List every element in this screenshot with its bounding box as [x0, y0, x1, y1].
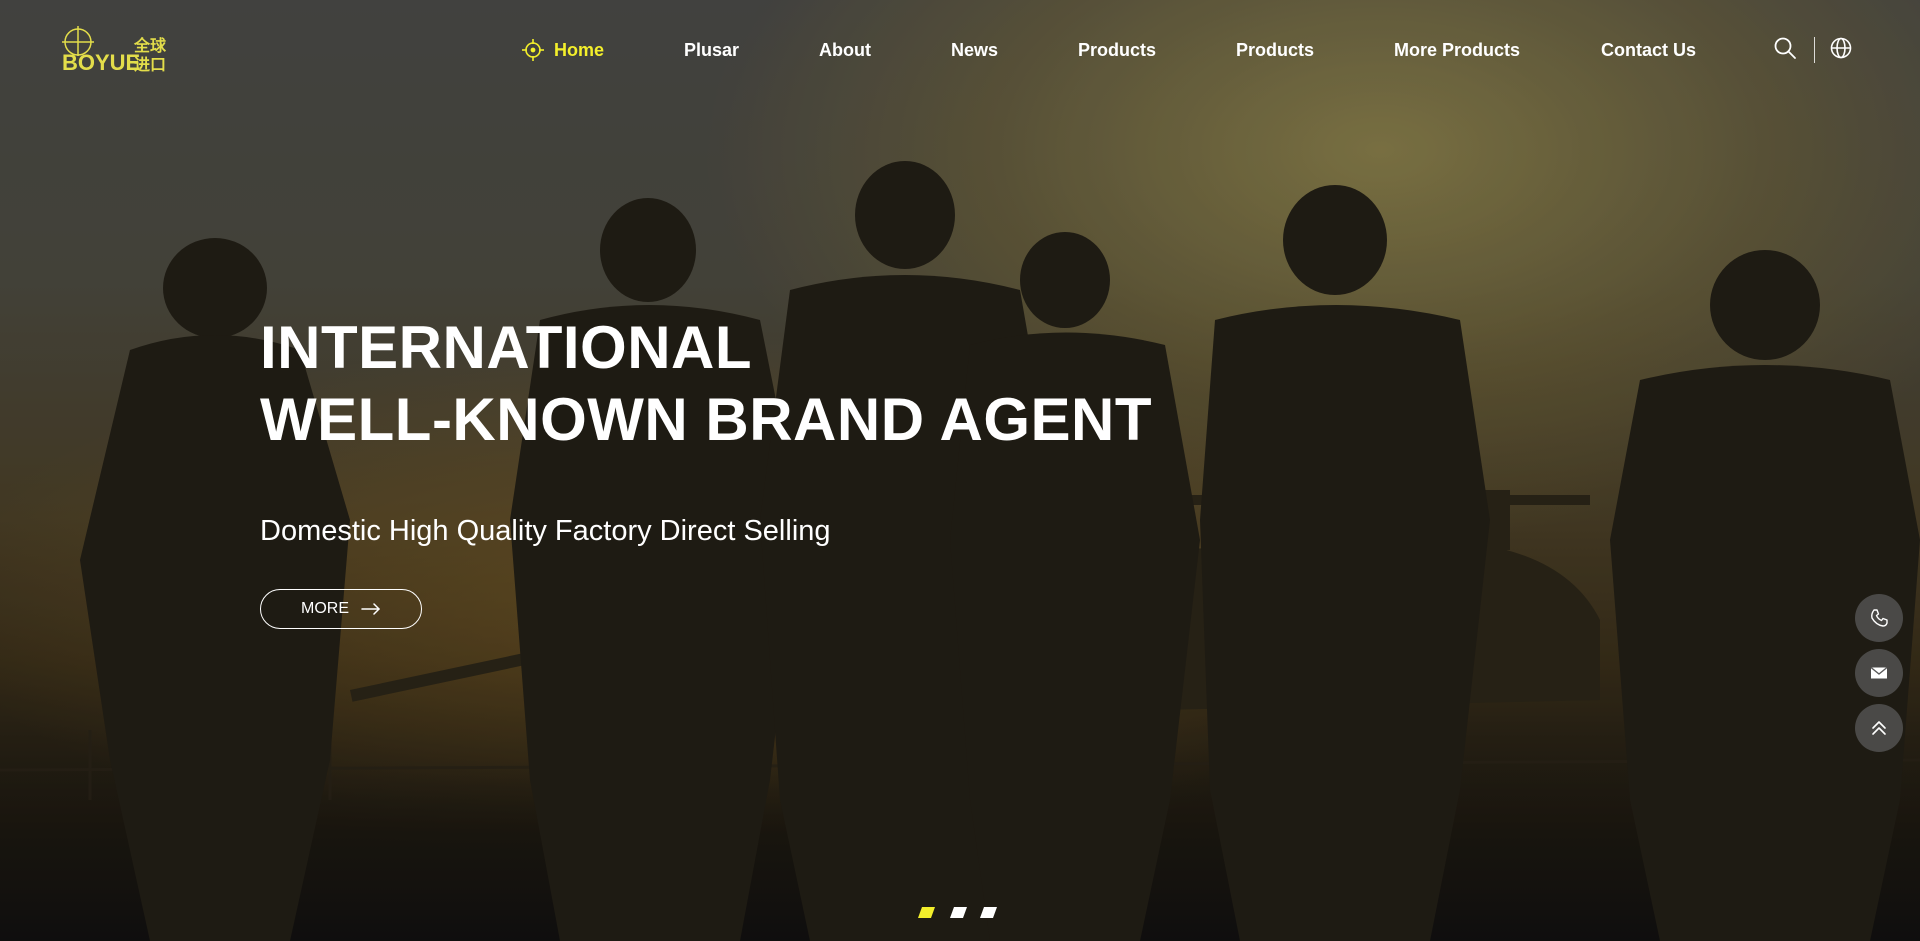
search-icon[interactable] [1773, 36, 1797, 60]
hero-banner [0, 0, 1920, 941]
nav-item-news[interactable]: News [951, 38, 998, 62]
svg-text:进口: 进口 [134, 55, 166, 74]
mail-icon [1870, 666, 1888, 679]
svg-text:全球: 全球 [133, 36, 167, 55]
nav-item-label: About [819, 40, 871, 60]
nav-item-products[interactable]: Products [1078, 38, 1156, 62]
header-divider [1814, 37, 1815, 63]
hero-subtitle: Domestic High Quality Factory Direct Sel… [260, 515, 831, 547]
mail-button[interactable] [1855, 649, 1903, 697]
nav-item-about[interactable]: About [819, 38, 871, 62]
arrow-right-icon [361, 603, 380, 615]
nav-item-plusar[interactable]: Plusar [684, 38, 739, 62]
hero-headline-line-1: INTERNATIONAL [260, 314, 753, 381]
boyue-logo[interactable]: BOYUE 全球 进口 [62, 26, 174, 74]
nav-item-label: Products [1236, 40, 1315, 60]
svg-text:BOYUE: BOYUE [62, 50, 140, 74]
nav-item-label: Contact Us [1601, 40, 1697, 60]
hero-headline-line-2: WELL-KNOWN BRAND AGENT [260, 386, 1152, 453]
nav-item-contact-us[interactable]: Contact Us [1601, 38, 1696, 62]
back-to-top-button[interactable] [1855, 704, 1903, 752]
nav-item-label: Products [1078, 40, 1157, 60]
globe-icon[interactable] [1829, 36, 1853, 60]
hero-headline: INTERNATIONAL WELL-KNOWN BRAND AGENT [260, 312, 1152, 456]
nav-item-label: News [951, 40, 999, 60]
site-header: BOYUE 全球 进口 Home Plusar About News Produ… [0, 0, 1920, 100]
nav-item-label: More Products [1394, 40, 1521, 60]
more-button[interactable]: MORE [260, 589, 422, 629]
nav-item-more-products[interactable]: More Products [1394, 38, 1520, 62]
more-button-label: MORE [301, 600, 349, 617]
nav-item-home[interactable]: Home [522, 38, 605, 62]
crosshair-icon [522, 39, 544, 61]
phone-icon [1871, 609, 1888, 627]
back-to-top-icon [1872, 721, 1886, 735]
phone-button[interactable] [1855, 594, 1903, 642]
nav-item-label: Home [554, 40, 605, 60]
hero-background-image [0, 0, 1920, 941]
nav-item-products-2[interactable]: Products [1236, 38, 1314, 62]
nav-item-label: Plusar [684, 40, 740, 60]
